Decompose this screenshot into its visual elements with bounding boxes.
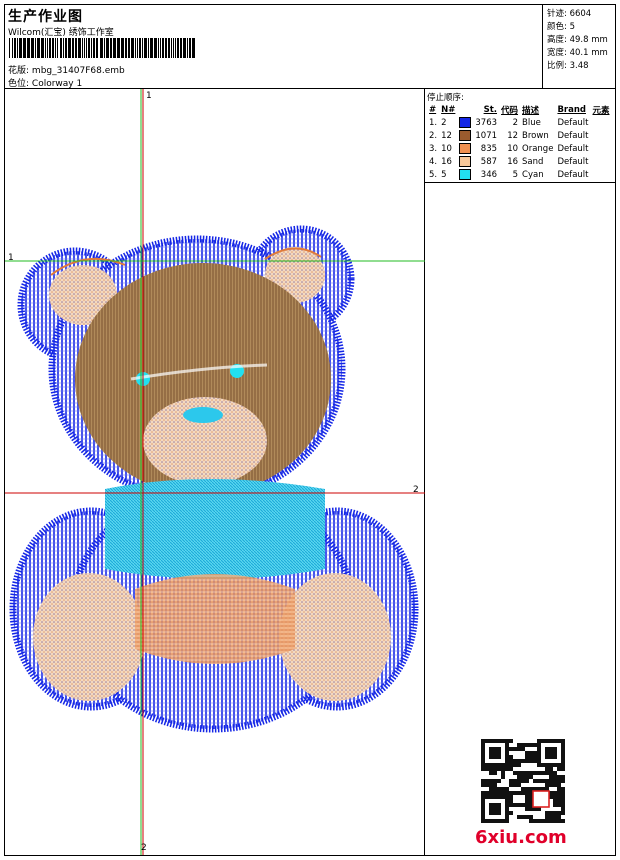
row-needle: 2 (441, 117, 447, 128)
production-sheet: 生产作业图 Wilcom(汇宝) 绣饰工作室 花版: mbg_31407F68.… (4, 4, 616, 856)
table-header-row: # N# St. 代码 描述 Brand 元素 (427, 104, 612, 116)
row-stitches: 3763 (475, 117, 498, 128)
row-swatch (457, 155, 473, 168)
marker-red-right: 2 (413, 485, 419, 495)
row-code: 12 (507, 130, 519, 141)
seal-stamp (532, 790, 550, 808)
marker-green-left: 1 (8, 253, 14, 263)
row-brand: Default (557, 130, 589, 141)
site-watermark: 6xiu.com (475, 827, 567, 848)
stat-stitches: 针迹: 6604 (547, 9, 592, 19)
row-index: 1. (429, 117, 438, 128)
row-stitches: 1071 (475, 130, 498, 141)
colorway-value: Colorway 1 (31, 79, 83, 89)
stop-sequence-title: 停止顺序: (427, 93, 464, 103)
color-swatch (459, 169, 472, 180)
row-index: 4. (429, 156, 438, 167)
row-description: Brown (522, 130, 549, 141)
stat-colors: 颜色: 5 (547, 22, 575, 32)
bear-nose (183, 407, 223, 423)
row-needle: 10 (441, 143, 452, 154)
stop-sequence-table: # N# St. 代码 描述 Brand 元素 1. 2 3763 2 Blue Defa… (427, 104, 612, 181)
row-needle: 5 (441, 169, 447, 180)
row-index: 2. (429, 130, 438, 141)
header-info: 生产作业图 Wilcom(汇宝) 绣饰工作室 花版: mbg_31407F68.… (5, 5, 543, 89)
row-index: 3. (429, 143, 438, 154)
bear-belly (135, 574, 295, 664)
colorway-line: 色位: Colorway 1 (8, 76, 82, 89)
stat-scale: 比例: 3.48 (547, 61, 589, 71)
row-stitches: 835 (480, 143, 498, 154)
table-row: 4. 16 587 16 Sand Default (427, 155, 612, 168)
bear-right-paw (279, 573, 391, 701)
table-row: 2. 12 1071 12 Brown Default (427, 129, 612, 142)
row-swatch (457, 129, 473, 142)
bear-left-paw (33, 573, 145, 701)
color-swatch (459, 156, 472, 167)
col-brand: Brand (557, 105, 586, 115)
row-index: 5. (429, 169, 438, 180)
stat-height: 高度: 49.8 mm (547, 35, 608, 45)
row-needle: 12 (441, 130, 452, 141)
row-brand: Default (557, 143, 589, 154)
stop-sequence-panel: 停止顺序: # N# St. 代码 描述 Brand 元素 1. 2 3763 2 Bl… (425, 89, 615, 183)
table-row: 1. 2 3763 2 Blue Default (427, 116, 612, 129)
col-element: 元素 (592, 106, 610, 116)
row-swatch (457, 168, 473, 181)
row-code: 2 (512, 117, 519, 128)
row-brand: Default (557, 156, 589, 167)
stat-width: 宽度: 40.1 mm (547, 48, 608, 58)
col-index: # (429, 105, 437, 115)
row-code: 5 (512, 169, 519, 180)
row-stitches: 587 (480, 156, 498, 167)
embroidery-preview (5, 89, 425, 855)
row-description: Sand (522, 156, 544, 167)
row-code: 10 (507, 143, 519, 154)
qr-code (481, 739, 565, 823)
row-swatch (457, 116, 473, 129)
col-stitches: St. (483, 105, 498, 115)
row-description: Blue (522, 117, 541, 128)
design-canvas: 1 1 2 2 (5, 89, 425, 855)
row-code: 16 (507, 156, 519, 167)
row-brand: Default (557, 169, 589, 180)
row-description: Cyan (522, 169, 544, 180)
company-name: Wilcom(汇宝) 绣饰工作室 (8, 28, 114, 38)
row-description: Orange (522, 143, 554, 154)
col-description: 描述 (522, 106, 540, 116)
stats-panel: 针迹: 6604 颜色: 5 高度: 49.8 mm 宽度: 40.1 mm 比… (543, 5, 615, 89)
row-needle: 16 (441, 156, 452, 167)
page-title: 生产作业图 (8, 9, 83, 25)
row-swatch (457, 142, 473, 155)
table-row: 3. 10 835 10 Orange Default (427, 142, 612, 155)
barcode (9, 38, 195, 58)
color-swatch (459, 130, 472, 141)
marker-green-top: 1 (146, 91, 152, 101)
marker-red-bottom: 2 (141, 843, 147, 853)
table-row: 5. 5 346 5 Cyan Default (427, 168, 612, 181)
col-code: 代码 (501, 106, 519, 116)
color-swatch (459, 117, 472, 128)
colorway-label: 色位: (8, 79, 30, 89)
col-needle: N# (441, 105, 456, 115)
design-file-line: 花版: mbg_31407F68.emb (8, 63, 125, 76)
row-brand: Default (557, 117, 589, 128)
row-stitches: 346 (480, 169, 498, 180)
bear-bib (105, 479, 325, 579)
design-label: 花版: (8, 66, 30, 76)
color-swatch (459, 143, 472, 154)
design-file-name: mbg_31407F68.emb (31, 66, 125, 76)
